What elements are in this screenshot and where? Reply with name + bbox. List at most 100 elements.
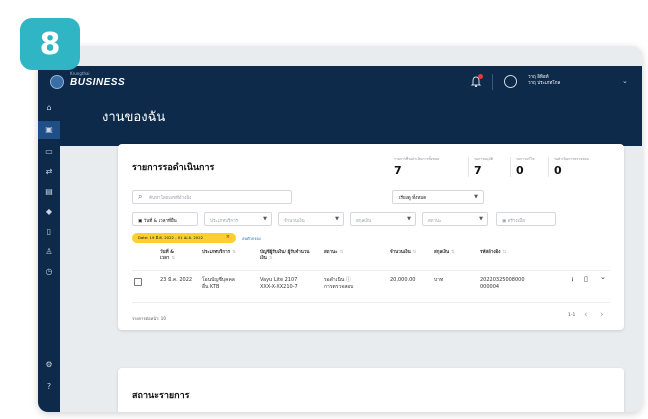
brand-logo-small-text: Krungthai [70,71,90,76]
active-filter-chip[interactable]: Date: 19 มี.ค. 2022 - 01 เม.ย. 2022 × [132,233,236,243]
filter-amount[interactable]: จำนวนเงิน ▼ [278,212,344,226]
active-filter-chip-text: Date: 19 มี.ค. 2022 - 01 เม.ย. 2022 [138,235,204,240]
stat-approval-label: รอการอนุมัติ [474,157,494,161]
help-icon[interactable]: ? [44,382,54,392]
column-header-amount[interactable]: จำนวนเงิน ⇅ [390,250,430,256]
cell-status-text: รอดำเนิน [324,277,345,283]
caret-down-icon: ▼ [479,216,483,222]
column-header-amount-text: จำนวนเงิน [390,250,411,255]
sort-icon: ⇅ [339,250,344,255]
cell-reference-line2: 000004 [480,284,500,290]
clear-filters-link[interactable]: ลบตัวกรอง [242,235,261,242]
row-checkbox[interactable] [134,278,142,286]
column-header-reference[interactable]: รหัสอ้างอิง ⇅ [480,250,530,256]
stat-total-value: 7 [394,164,402,177]
cell-date: 23 มี.ค. 2022 [160,277,193,283]
caret-down-icon: ▼ [474,194,478,200]
filter-date-text: วันที่ & เวลาที่ยื่น [143,218,177,224]
column-header-status[interactable]: สถานะ ⇅ [324,250,354,256]
stat-review-value: 0 [554,164,562,177]
cell-amount: 20,000.00 [390,277,416,283]
home-icon[interactable]: ⌂ [44,103,54,113]
filter-service[interactable]: ประเภทบริการ ▼ [204,212,272,226]
sort-icon: ⇅ [412,250,417,255]
chevron-right-icon[interactable]: › [600,310,604,320]
user-info[interactable]: วาฤ อิทิอท์ วาฤ ประเภทโกล [528,75,560,87]
filter-created[interactable]: ▣ สร้างเมื่อ [496,212,556,226]
stat-approval-value: 7 [474,164,482,177]
tasks-icon[interactable]: ▣ [44,125,54,135]
sort-icon: ⇅ [451,250,455,255]
brand-logo-text: BUSINESS [70,76,126,88]
filter-status[interactable]: สถานะ ▼ [422,212,488,226]
stat-separator [548,157,549,177]
tag-icon[interactable]: ◆ [44,207,54,217]
caret-down-icon: ▼ [335,216,339,222]
stat-review-label: รอดำเนินการตรวจสอบ [554,157,589,161]
sort-select[interactable]: เรียงดู ทั้งหมด ▼ [392,190,484,204]
filter-date[interactable]: ▣ วันที่ & เวลาที่ยื่น [132,212,198,226]
close-icon[interactable]: × [226,234,230,240]
column-header-account-text: บัญชีผู้รับเงิน/ ผู้รับจำนวนเงิน [260,250,310,261]
filter-currency[interactable]: สกุลเงิน ▼ [350,212,416,226]
cell-service-line2: อื่น KTB [202,284,220,290]
app-window: BUSINESS Krungthai วาฤ อิทิอท์ วาฤ ประเภ… [38,46,642,412]
document-icon[interactable]: ▯ [44,227,54,237]
column-header-service[interactable]: ประเภทบริการ ⇅ [202,250,248,256]
rows-per-page[interactable]: รายการต่อหน้า: 10 [132,315,166,322]
chevron-left-icon[interactable]: ‹ [584,310,588,320]
column-header-service-text: ประเภทบริการ [202,250,231,255]
sort-icon: ⇅ [502,250,507,255]
stat-total-label: รายการที่รอดำเนินการทั้งหมด [394,157,440,161]
pagination-range: 1-1 [568,313,576,318]
cell-reference-line1: 20220325008000 [480,277,525,283]
filter-amount-label: จำนวนเงิน [284,218,305,224]
sort-icon: ⇅ [232,250,236,255]
cell-currency: บาท [434,277,444,283]
column-header-account[interactable]: บัญชีผู้รับเงิน/ ผู้รับจำนวนเงิน ⇅ [260,250,314,262]
status-card-title: สถานะรายการ [132,391,190,401]
bookmark-icon[interactable]: ▯ [584,276,588,283]
pending-items-card: รายการรอดำเนินการ รายการที่รอดำเนินการทั… [118,144,624,330]
transfer-icon[interactable]: ⇄ [44,167,54,177]
sort-icon: ⇅ [268,256,273,261]
users-icon[interactable]: ♙ [44,247,54,257]
brand-logo[interactable]: BUSINESS [50,75,125,89]
table-header-divider [132,270,610,271]
cell-status: รอดำเนิน ⓘ การตรวจสอบ [324,277,353,291]
sort-icon: ⇅ [171,256,176,261]
stat-separator [510,157,511,177]
user-avatar-icon[interactable] [504,75,517,88]
sidebar: ⌂ ▣ ▭ ⇄ ▤ ◆ ▯ ♙ ◷ ⚙ ? [38,98,60,412]
cell-status-line1: รอดำเนิน ⓘ [324,277,353,284]
expand-row-chevron-icon[interactable]: ⌄ [600,274,606,281]
column-header-currency-text: สกุลเงิน [434,250,450,255]
transaction-status-card: สถานะรายการ [118,368,624,412]
search-input[interactable]: ⌕ ค้นหาโดยเลขที่อ้างอิง [132,190,292,204]
inbox-icon[interactable]: ▭ [44,147,54,157]
stat-edit-value: 0 [516,164,524,177]
history-icon[interactable]: ◷ [44,267,54,277]
filter-service-label: ประเภทบริการ [210,218,239,224]
caret-down-icon: ▼ [407,216,411,222]
chevron-down-icon[interactable]: ⌄ [622,77,628,85]
card-icon[interactable]: ▤ [44,187,54,197]
info-icon[interactable]: ⓘ [346,277,351,283]
stat-edit-label: รอการแก้ไข [516,157,535,161]
search-placeholder: ค้นหาโดยเลขที่อ้างอิง [149,196,192,201]
brand-emblem-icon [50,75,64,89]
more-options-icon[interactable]: ⋮ [570,277,575,284]
cell-service: โอนบัญชีบุคคล อื่น KTB [202,277,235,291]
cell-status-line2: การตรวจสอบ [324,284,354,290]
sort-select-value: เรียงดู ทั้งหมด [399,196,427,201]
column-header-reference-text: รหัสอ้างอิง [480,250,501,255]
user-name-line2: วาฤ ประเภทโกล [528,81,561,86]
cell-account-line1: Vayu Lite 2107 [260,277,298,283]
filter-date-label: ▣ วันที่ & เวลาที่ยื่น [138,218,177,224]
top-navigation-bar: BUSINESS Krungthai วาฤ อิทิอท์ วาฤ ประเภ… [38,66,642,98]
cell-account-line2: XXX-X-XX210-7 [260,284,298,290]
column-header-currency[interactable]: สกุลเงิน ⇅ [434,250,474,256]
caret-down-icon: ▼ [263,216,267,222]
settings-icon[interactable]: ⚙ [44,360,54,370]
column-header-date[interactable]: วันที่ & เวลา ⇅ [160,250,190,262]
